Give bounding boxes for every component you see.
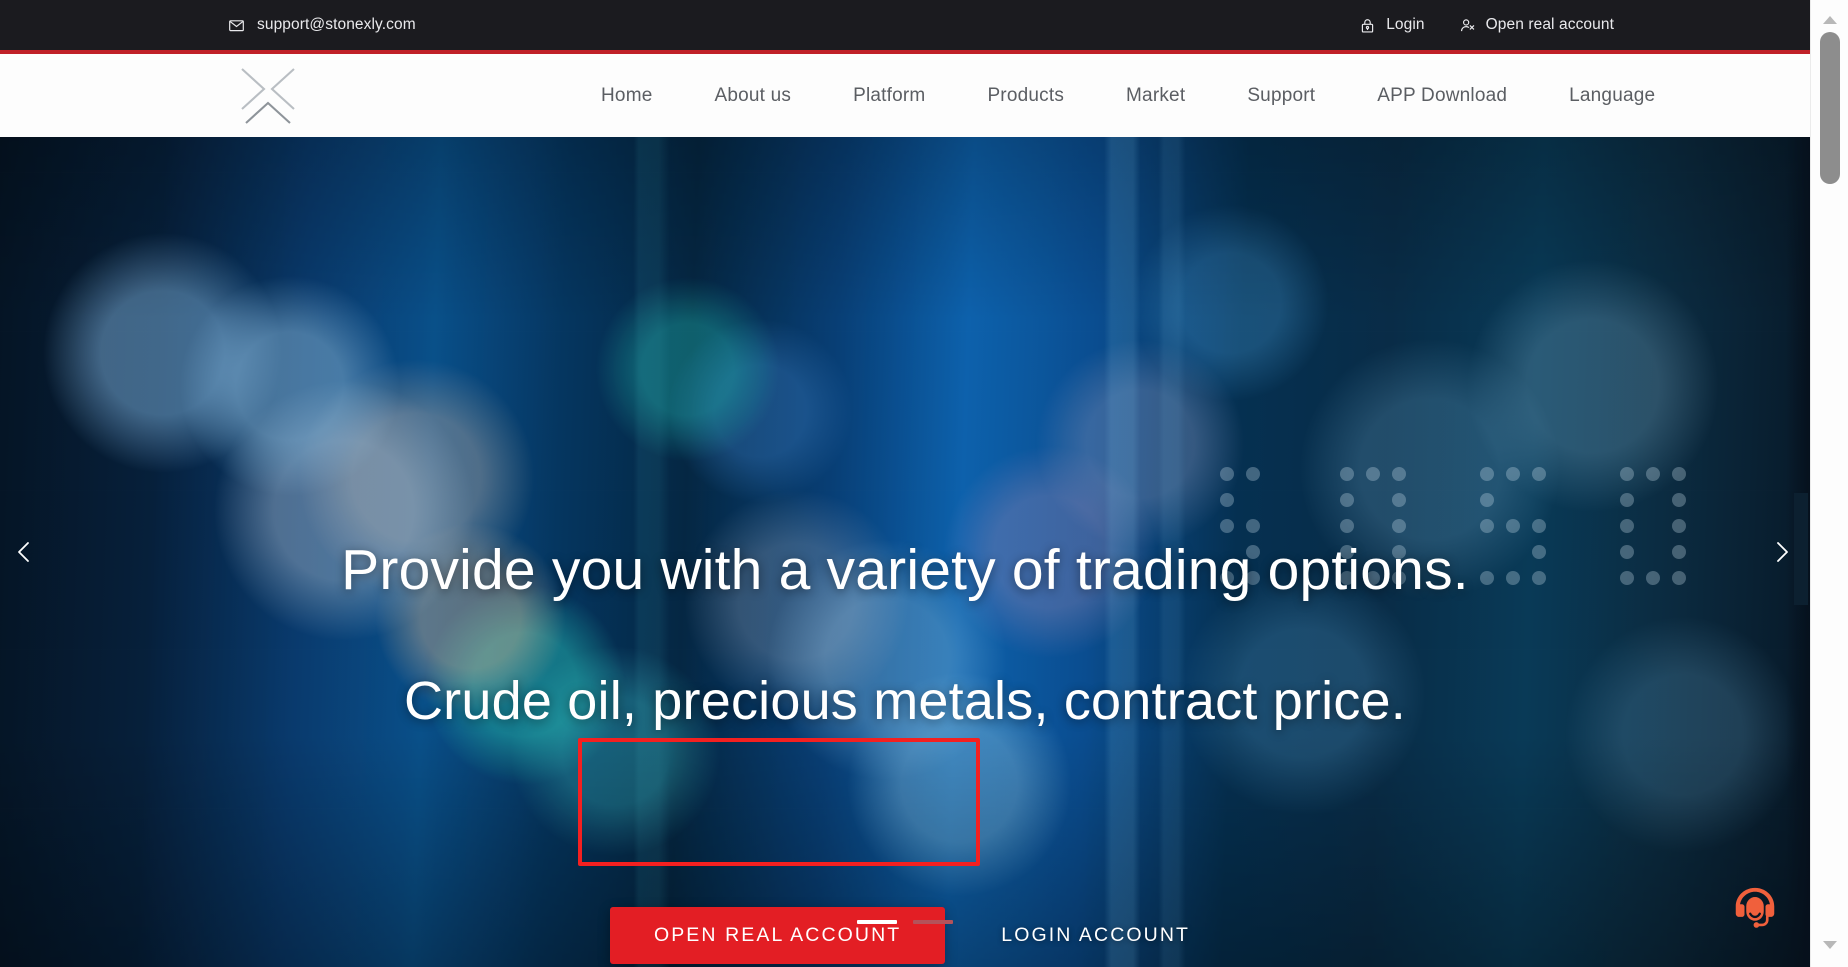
carousel-indicator-1[interactable] <box>857 920 897 924</box>
browser-scrollbar[interactable] <box>1810 0 1848 967</box>
nav-item-app-download[interactable]: APP Download <box>1346 85 1538 107</box>
login-link[interactable]: Login <box>1359 16 1425 34</box>
open-real-account-link[interactable]: Open real account <box>1459 16 1614 34</box>
lock-icon <box>1359 17 1376 34</box>
mail-icon <box>228 17 245 34</box>
scroll-up-arrow-icon[interactable] <box>1811 8 1848 32</box>
carousel-next-button[interactable] <box>1758 529 1804 575</box>
hero-cta-row: OPEN REAL ACCOUNT LOGIN ACCOUNT <box>0 907 1810 964</box>
open-real-account-button[interactable]: OPEN REAL ACCOUNT <box>609 907 946 964</box>
nav-links: Home About us Platform Products Market S… <box>570 54 1686 137</box>
main-navigation: Home About us Platform Products Market S… <box>0 54 1810 137</box>
login-label: Login <box>1386 16 1425 33</box>
stonexly-x-logo[interactable] <box>238 65 298 127</box>
carousel-indicators <box>0 920 1810 924</box>
topbar-account-links: Login Open real account <box>1359 16 1614 34</box>
hero-carousel: Provide you with a variety of trading op… <box>0 137 1810 967</box>
login-account-button[interactable]: LOGIN ACCOUNT <box>991 907 1200 964</box>
scroll-down-arrow-icon[interactable] <box>1811 933 1848 957</box>
chevron-left-icon <box>12 539 38 565</box>
user-plus-icon <box>1459 17 1476 34</box>
open-real-account-label: Open real account <box>1485 16 1614 33</box>
accent-divider <box>0 50 1810 54</box>
nav-item-products[interactable]: Products <box>956 85 1095 107</box>
nav-item-market[interactable]: Market <box>1095 85 1216 107</box>
top-utility-bar: support@stonexly.com Login Open real acc… <box>0 0 1810 50</box>
carousel-prev-button[interactable] <box>2 529 48 575</box>
headset-support-icon <box>1727 880 1783 936</box>
page-root: support@stonexly.com Login Open real acc… <box>0 0 1848 967</box>
nav-item-platform[interactable]: Platform <box>822 85 956 107</box>
nav-item-support[interactable]: Support <box>1216 85 1346 107</box>
hero-subheadline: Crude oil, precious metals, contract pri… <box>403 671 1406 731</box>
nav-item-about-us[interactable]: About us <box>683 85 822 107</box>
support-email[interactable]: support@stonexly.com <box>257 16 416 34</box>
nav-item-home[interactable]: Home <box>570 85 683 107</box>
carousel-indicator-2[interactable] <box>913 920 953 924</box>
support-chat-button[interactable] <box>1724 877 1786 939</box>
chevron-right-icon <box>1768 539 1794 565</box>
hero-headline: Provide you with a variety of trading op… <box>341 538 1469 602</box>
nav-item-language[interactable]: Language <box>1538 85 1686 107</box>
topbar-contact: support@stonexly.com <box>228 16 416 34</box>
scrollbar-thumb[interactable] <box>1820 32 1840 184</box>
